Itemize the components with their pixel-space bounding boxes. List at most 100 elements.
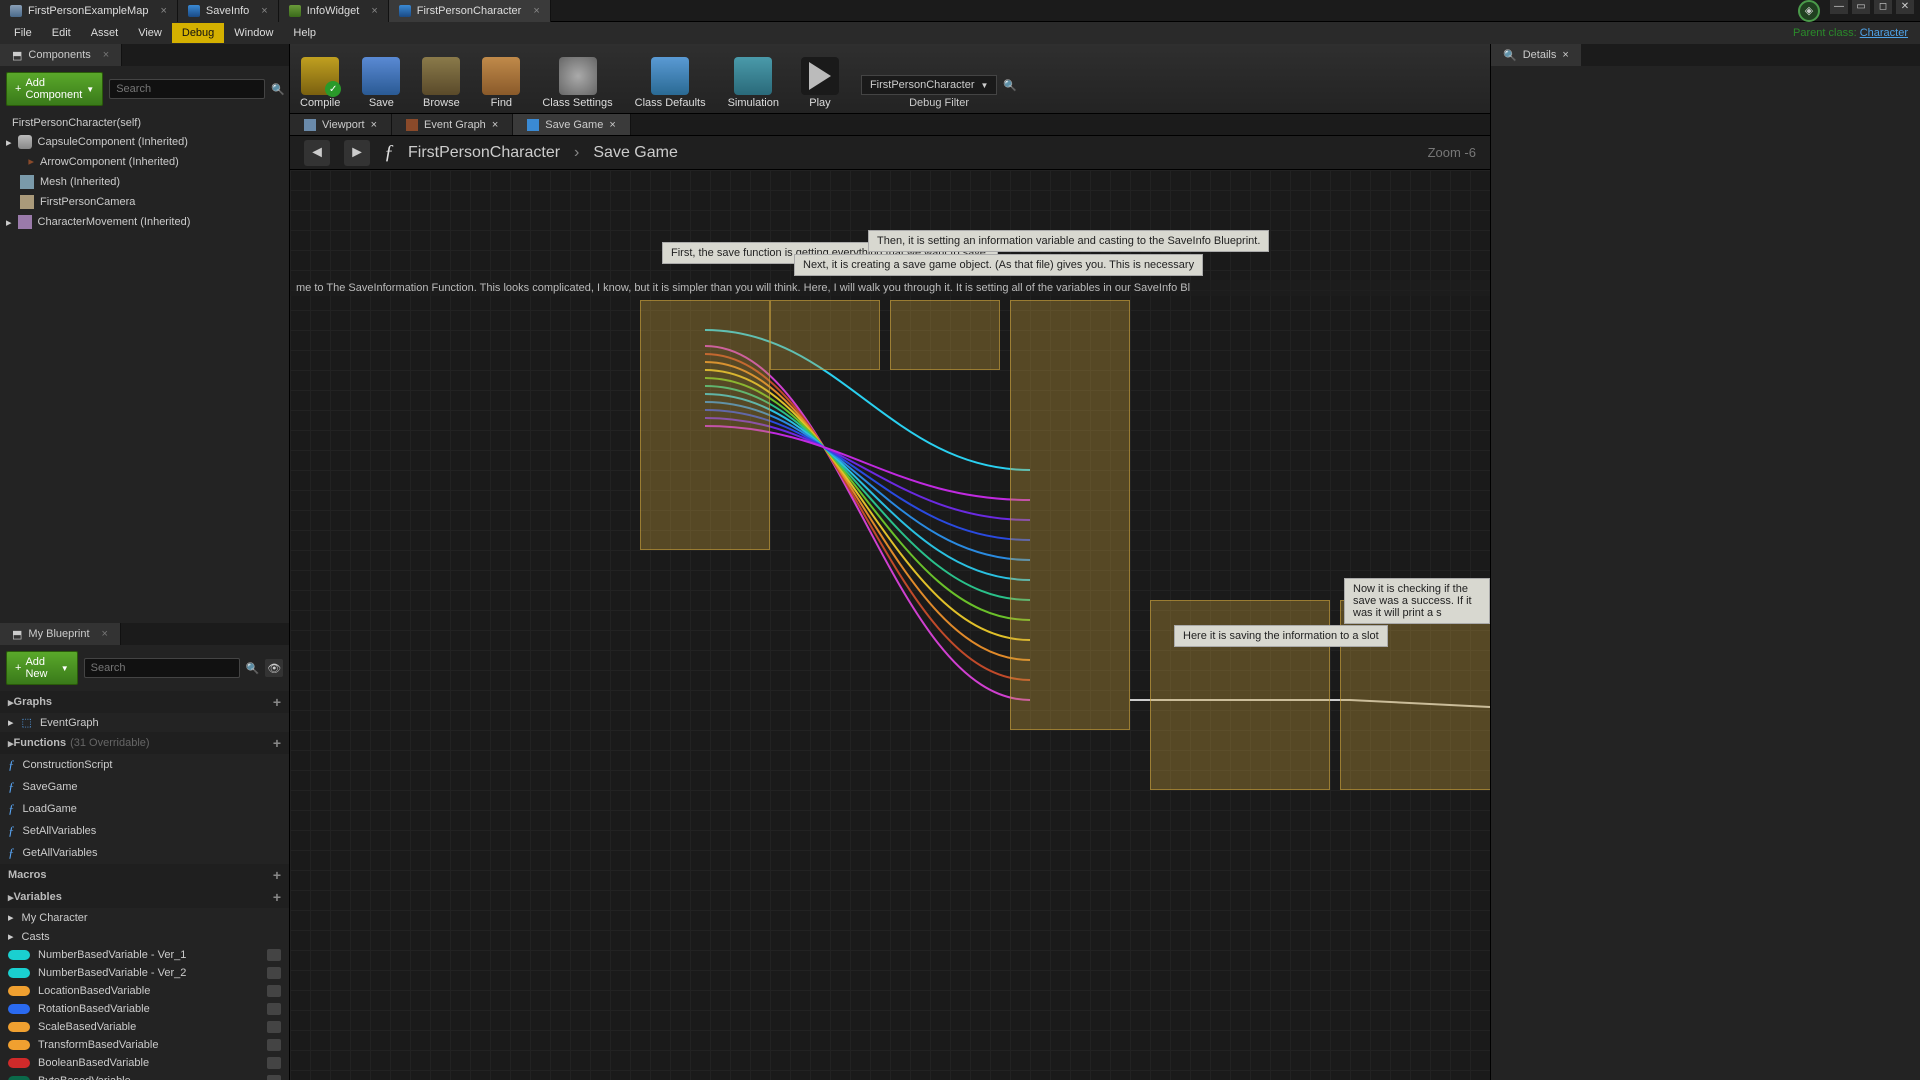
menu-bar: FileEditAssetViewDebugWindowHelp Parent … [0, 22, 1920, 44]
close-icon[interactable]: × [609, 119, 615, 131]
visibility-icon[interactable] [267, 967, 281, 979]
document-tab[interactable]: InfoWidget× [279, 0, 389, 22]
var-group[interactable]: ▸Casts [0, 927, 289, 946]
close-icon[interactable]: × [492, 119, 498, 131]
search-icon[interactable]: 🔍 [1003, 79, 1017, 92]
close-icon[interactable]: × [533, 5, 539, 17]
comment-box[interactable] [890, 300, 1000, 370]
visibility-icon[interactable] [267, 1057, 281, 1069]
graph-tab[interactable]: Event Graph× [392, 114, 513, 135]
variable-item[interactable]: ScaleBasedVariable [0, 1018, 289, 1036]
function-item[interactable]: ƒSetAllVariables [0, 820, 289, 842]
class-defaults-button[interactable]: Class Defaults [635, 57, 706, 113]
menu-view[interactable]: View [128, 23, 172, 43]
myblueprint-search-input[interactable] [84, 658, 240, 678]
menu-window[interactable]: Window [224, 23, 283, 43]
close-icon[interactable]: × [371, 5, 377, 17]
menu-file[interactable]: File [4, 23, 42, 43]
add-macro-icon[interactable]: + [273, 867, 281, 883]
function-item[interactable]: ƒConstructionScript [0, 754, 289, 776]
visibility-icon[interactable] [267, 1003, 281, 1015]
variable-item[interactable]: ByteBasedVariable [0, 1072, 289, 1080]
macros-category[interactable]: Macros+ [0, 864, 289, 886]
document-tab[interactable]: SaveInfo× [178, 0, 279, 22]
functions-category[interactable]: ▸Functions(31 Overridable)+ [0, 732, 289, 754]
notification-icon[interactable]: ◈ [1798, 0, 1820, 22]
close-button[interactable]: ✕ [1896, 0, 1914, 14]
add-new-button[interactable]: +Add New▼ [6, 651, 78, 685]
visibility-icon[interactable] [267, 1075, 281, 1080]
menu-debug[interactable]: Debug [172, 23, 224, 43]
minimize-button[interactable]: — [1830, 0, 1848, 14]
graphs-category[interactable]: ▸Graphs+ [0, 691, 289, 713]
close-icon[interactable]: × [160, 5, 166, 17]
view-options-icon[interactable]: 👁 [265, 659, 283, 677]
menu-asset[interactable]: Asset [81, 23, 129, 43]
component-item[interactable]: FirstPersonCharacter(self) [0, 114, 289, 132]
myblueprint-panel-tab[interactable]: ⬒My Blueprint× [0, 623, 121, 645]
variable-item[interactable]: TransformBasedVariable [0, 1036, 289, 1054]
comment-box[interactable] [640, 300, 770, 550]
breadcrumb-a[interactable]: FirstPersonCharacter [408, 144, 560, 162]
visibility-icon[interactable] [267, 985, 281, 997]
add-graph-icon[interactable]: + [273, 694, 281, 710]
add-variable-icon[interactable]: + [273, 889, 281, 905]
simulation-button[interactable]: Simulation [728, 57, 779, 113]
variables-category[interactable]: ▸Variables+ [0, 886, 289, 908]
function-item[interactable]: ƒSaveGame [0, 776, 289, 798]
graph-tab[interactable]: Save Game× [513, 114, 631, 135]
variable-pill-icon [8, 1022, 30, 1032]
variable-item[interactable]: NumberBasedVariable - Ver_2 [0, 964, 289, 982]
cam-icon [20, 195, 34, 209]
function-item[interactable]: ƒGetAllVariables [0, 842, 289, 864]
compile-button[interactable]: Compile [300, 57, 340, 113]
var-group[interactable]: ▸My Character [0, 908, 289, 927]
component-item[interactable]: ▸CharacterMovement (Inherited) [0, 212, 289, 232]
document-tab[interactable]: FirstPersonCharacter× [389, 0, 551, 22]
close-icon[interactable]: × [371, 119, 377, 131]
visibility-icon[interactable] [267, 1039, 281, 1051]
component-item[interactable]: Mesh (Inherited) [0, 172, 289, 192]
add-function-icon[interactable]: + [273, 735, 281, 751]
nav-fwd-button[interactable]: ► [344, 140, 370, 166]
variable-item[interactable]: BooleanBasedVariable [0, 1054, 289, 1072]
graph-canvas[interactable]: me to The SaveInformation Function. This… [290, 170, 1490, 1080]
component-item[interactable]: ▸CapsuleComponent (Inherited) [0, 132, 289, 152]
visibility-icon[interactable] [267, 949, 281, 961]
breadcrumb-b[interactable]: Save Game [593, 144, 677, 162]
add-component-button[interactable]: +Add Component▼ [6, 72, 103, 106]
details-panel-tab[interactable]: 🔍Details× [1491, 44, 1581, 66]
nav-back-button[interactable]: ◄ [304, 140, 330, 166]
close-icon[interactable]: × [103, 49, 109, 61]
variable-item[interactable]: NumberBasedVariable - Ver_1 [0, 946, 289, 964]
debug-filter-select[interactable]: FirstPersonCharacter▼ [861, 75, 997, 95]
variable-item[interactable]: RotationBasedVariable [0, 1000, 289, 1018]
comment-box[interactable] [770, 300, 880, 370]
visibility-icon[interactable] [267, 1021, 281, 1033]
close-icon[interactable]: × [102, 628, 108, 640]
component-item[interactable]: FirstPersonCamera [0, 192, 289, 212]
play-button[interactable]: Play [801, 57, 839, 113]
menu-help[interactable]: Help [283, 23, 326, 43]
components-search-input[interactable] [109, 79, 265, 99]
function-item[interactable]: ƒLoadGame [0, 798, 289, 820]
find-button[interactable]: Find [482, 57, 520, 113]
restore-button[interactable]: ▭ [1852, 0, 1870, 14]
comment-box[interactable] [1010, 300, 1130, 730]
menu-edit[interactable]: Edit [42, 23, 81, 43]
close-icon[interactable]: × [1562, 49, 1568, 61]
graph-tab[interactable]: Viewport× [290, 114, 392, 135]
save-button[interactable]: Save [362, 57, 400, 113]
maximize-button[interactable]: ◻ [1874, 0, 1892, 14]
annotation: Next, it is creating a save game object.… [794, 254, 1203, 276]
close-icon[interactable]: × [261, 5, 267, 17]
class-settings-button[interactable]: Class Settings [542, 57, 612, 113]
variable-item[interactable]: LocationBasedVariable [0, 982, 289, 1000]
parent-class-link[interactable]: Character [1860, 27, 1908, 39]
eventgraph-item[interactable]: ▸⬚EventGraph [0, 713, 289, 732]
component-item[interactable]: ArrowComponent (Inherited) [0, 152, 289, 172]
browse-button[interactable]: Browse [422, 57, 460, 113]
components-panel-tab[interactable]: ⬒Components× [0, 44, 122, 66]
chevron-right-icon: › [574, 144, 579, 162]
document-tab[interactable]: FirstPersonExampleMap× [0, 0, 178, 22]
